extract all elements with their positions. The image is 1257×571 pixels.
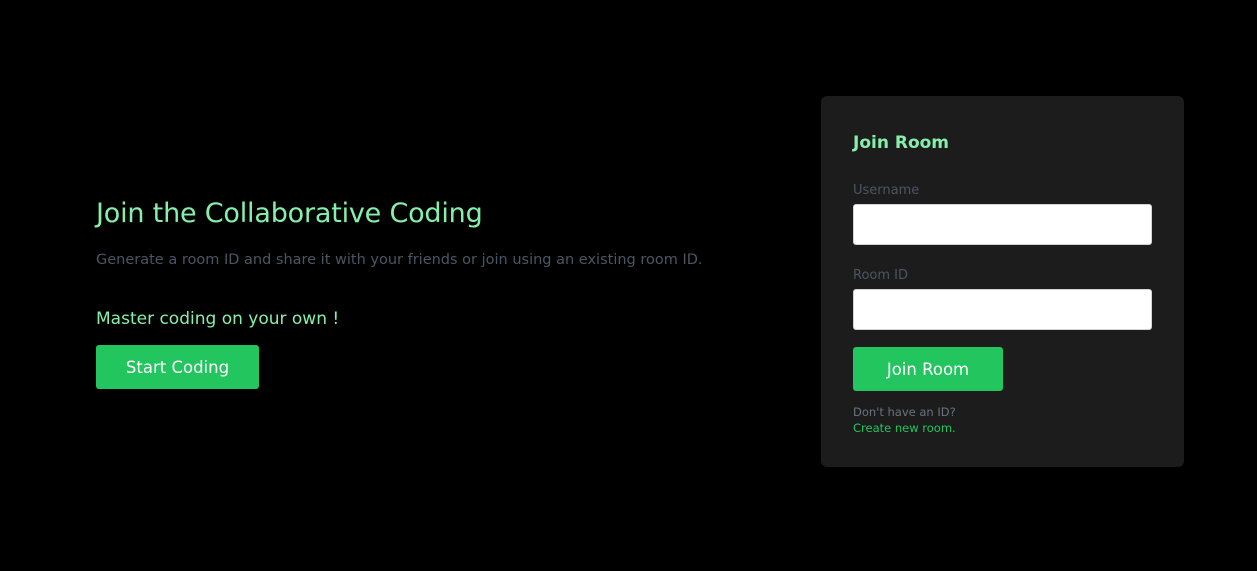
hero-title: Join the Collaborative Coding [96, 198, 483, 229]
join-room-card: Join Room Username Room ID Join Room Don… [821, 96, 1184, 467]
hero-subtitle: Generate a room ID and share it with you… [96, 252, 703, 268]
room-id-label: Room ID [853, 268, 908, 283]
username-input[interactable] [853, 204, 1152, 245]
join-room-button[interactable]: Join Room [853, 347, 1003, 391]
room-id-input[interactable] [853, 289, 1152, 330]
landing-page: Join the Collaborative Coding Generate a… [0, 0, 1257, 571]
hero-section: Join the Collaborative Coding Generate a… [96, 196, 776, 389]
start-coding-button[interactable]: Start Coding [96, 345, 259, 389]
create-new-room-link[interactable]: Create new room. [853, 420, 956, 436]
join-room-title: Join Room [853, 133, 950, 153]
no-id-hint: Don't have an ID? [853, 405, 956, 419]
hero-tagline: Master coding on your own ! [96, 309, 340, 329]
username-label: Username [853, 183, 920, 198]
